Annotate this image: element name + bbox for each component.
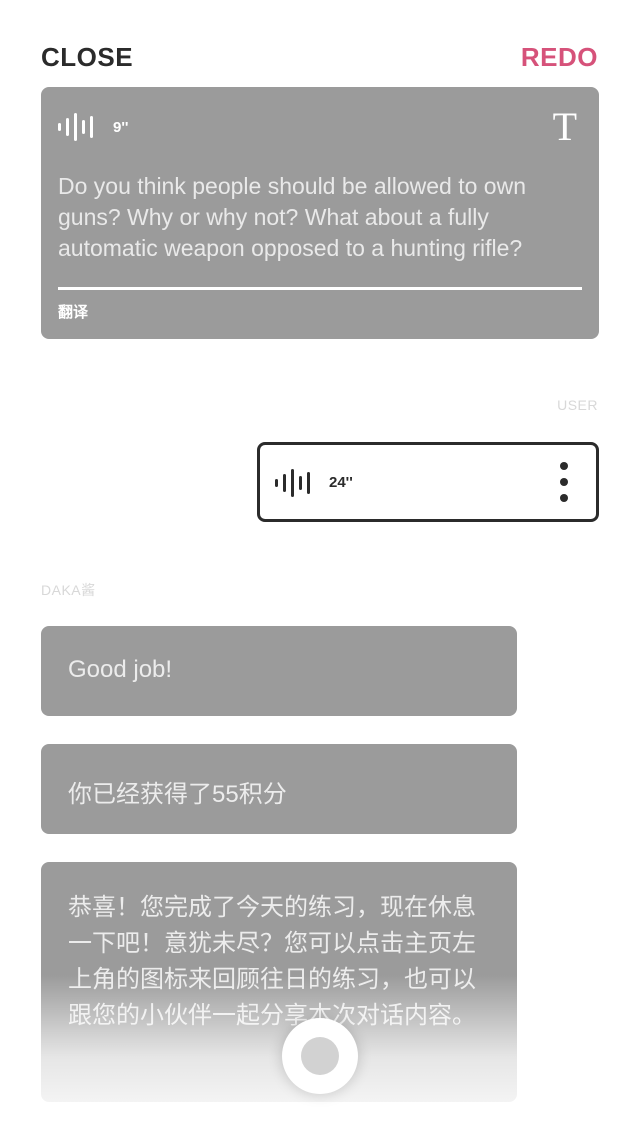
user-label: USER xyxy=(557,397,598,413)
user-audio-message[interactable]: 24'' xyxy=(257,442,599,522)
redo-button[interactable]: REDO xyxy=(521,42,598,73)
record-icon xyxy=(301,1037,339,1075)
close-button[interactable]: CLOSE xyxy=(41,42,133,73)
prompt-card: 9'' T Do you think people should be allo… xyxy=(41,87,599,339)
prompt-duration: 9'' xyxy=(113,119,129,136)
record-button[interactable] xyxy=(282,1018,358,1094)
bot-message: 你已经获得了55积分 xyxy=(41,744,517,834)
audio-wave-icon[interactable] xyxy=(58,112,93,142)
prompt-text: Do you think people should be allowed to… xyxy=(58,173,526,261)
audio-wave-icon xyxy=(275,468,310,498)
more-options-icon[interactable] xyxy=(559,462,569,502)
bot-message: 恭喜！您完成了今天的练习，现在休息一下吧！意犹未尽？您可以点击主页左上角的图标来… xyxy=(41,862,517,1102)
bot-message: Good job! xyxy=(41,626,517,716)
text-toggle-icon[interactable]: T xyxy=(553,107,577,147)
user-audio-duration: 24'' xyxy=(329,474,353,491)
bot-label: DAKA酱 xyxy=(41,582,96,598)
prompt-divider xyxy=(58,287,582,290)
translate-button[interactable]: 翻译 xyxy=(58,301,88,322)
